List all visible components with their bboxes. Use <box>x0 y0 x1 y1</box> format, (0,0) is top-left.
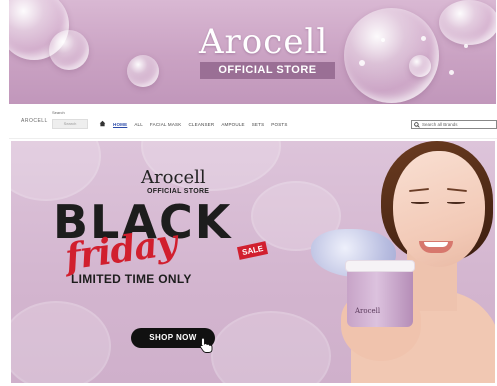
model-teeth <box>424 242 448 247</box>
background-jar <box>11 141 101 201</box>
hand-pointer-icon <box>199 337 213 353</box>
nav-item-home[interactable]: HOME <box>113 122 127 127</box>
store-header-banner: Arocell OFFICIAL STORE <box>9 0 496 104</box>
serum-droplet <box>49 30 89 70</box>
nav-item-sets[interactable]: SETS <box>252 122 265 127</box>
store-search-placeholder: Search all Brands <box>422 122 458 127</box>
store-search-box[interactable]: Search all Brands <box>411 120 497 129</box>
home-icon[interactable] <box>99 120 106 127</box>
nav-divider <box>9 138 497 139</box>
category-menu: HOME ALL FACIAL MASK CLEANSER AMPOULE SE… <box>113 122 288 127</box>
product-jar-label: Arocell <box>355 307 381 315</box>
promo-official-store: OFFICIAL STORE <box>147 188 210 195</box>
limited-time-text: LIMITED TIME ONLY <box>71 272 192 286</box>
nav-item-facial-mask[interactable]: FACIAL MASK <box>150 122 182 127</box>
nav-item-posts[interactable]: POSTS <box>271 122 287 127</box>
serum-droplet <box>409 55 431 77</box>
shop-search-input[interactable]: Search <box>52 119 88 129</box>
model-eye <box>411 201 429 204</box>
product-jar <box>347 267 413 327</box>
serum-droplet <box>439 0 496 45</box>
serum-bubble <box>464 44 468 48</box>
official-store-label: OFFICIAL STORE <box>200 62 335 79</box>
product-jar-lid <box>345 260 415 272</box>
serum-bubble <box>449 70 454 75</box>
sale-tag: SALE <box>236 241 269 260</box>
nav-item-cleanser[interactable]: CLEANSER <box>188 122 214 127</box>
brand-logo: Arocell <box>199 22 329 62</box>
model-eye <box>447 201 465 204</box>
serum-bubble <box>359 60 365 66</box>
serum-bubble <box>421 36 426 41</box>
serum-bubble <box>381 38 385 42</box>
model-photo: Arocell <box>311 141 495 383</box>
shop-search-label: Search <box>52 110 65 115</box>
nav-item-all[interactable]: ALL <box>134 122 143 127</box>
store-nav-bar: AROCELL Search Search HOME ALL FACIAL MA… <box>9 108 497 136</box>
serum-droplet <box>127 55 159 87</box>
nav-item-ampoule[interactable]: AMPOULE <box>221 122 244 127</box>
search-icon <box>414 122 420 128</box>
nav-logo[interactable]: AROCELL <box>21 118 48 124</box>
background-jar <box>11 301 111 383</box>
black-friday-promo-banner[interactable]: Arocell OFFICIAL STORE BLACK friday SALE… <box>11 141 495 383</box>
promo-brand-logo: Arocell <box>141 167 206 188</box>
